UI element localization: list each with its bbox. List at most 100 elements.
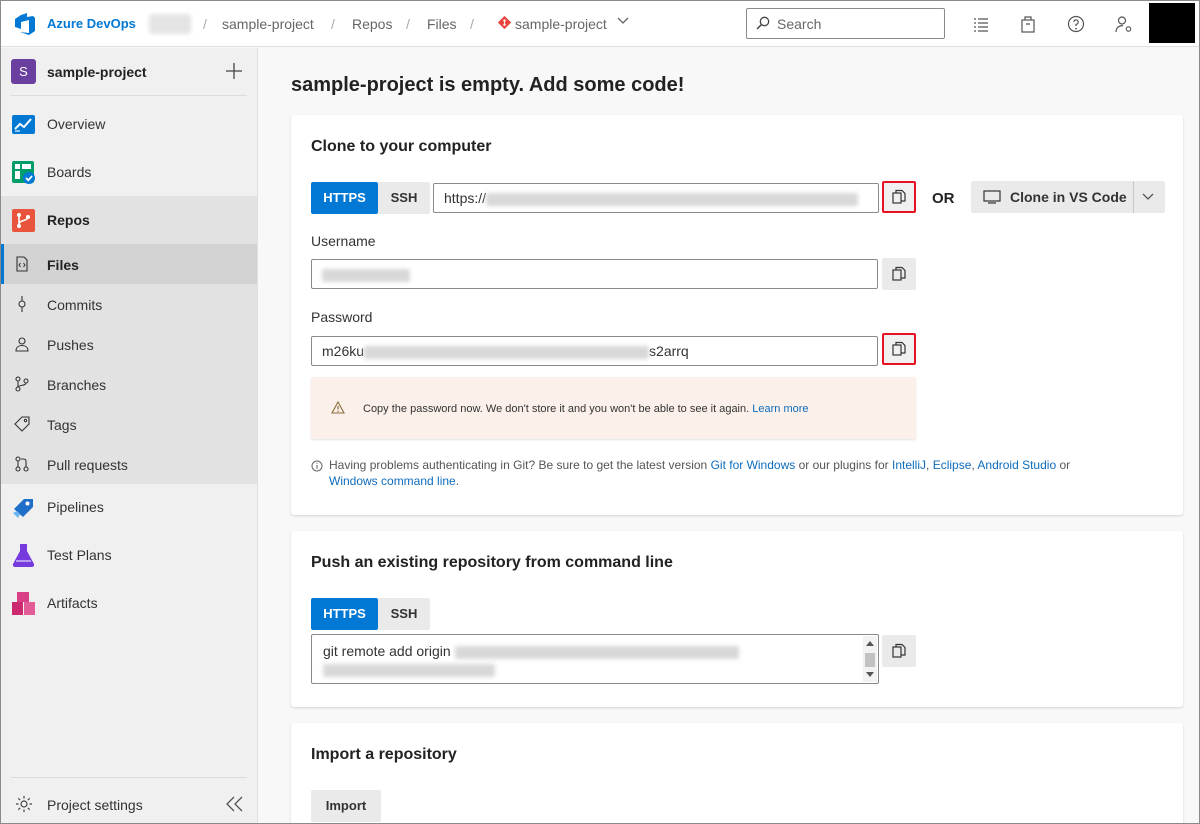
help-icon[interactable]: [1066, 14, 1086, 34]
sidebar-item-commits[interactable]: Commits: [1, 284, 257, 324]
clone-url-field[interactable]: https://: [433, 183, 879, 213]
organization-name-redacted[interactable]: [149, 14, 191, 34]
project-name[interactable]: sample-project: [47, 64, 147, 80]
sidebar-item-pushes[interactable]: Pushes: [1, 324, 257, 364]
clone-in-vscode-label: Clone in VS Code: [1010, 189, 1127, 205]
help-text-mid: or our plugins for: [798, 458, 889, 472]
copy-clone-url-button[interactable]: [882, 181, 916, 213]
push-url-redacted: [454, 645, 739, 659]
vertical-scrollbar[interactable]: [863, 636, 877, 682]
username-label: Username: [311, 233, 376, 249]
breadcrumb-project[interactable]: sample-project: [222, 16, 314, 32]
gear-icon: [16, 796, 32, 812]
artifacts-icon: [12, 592, 35, 615]
copy-username-button[interactable]: [882, 258, 916, 290]
sidebar-item-pull-requests[interactable]: Pull requests: [1, 444, 257, 484]
windows-command-line-link[interactable]: Windows command line: [329, 474, 456, 488]
clone-in-vscode-button[interactable]: Clone in VS Code: [971, 181, 1165, 213]
android-studio-link[interactable]: Android Studio: [977, 458, 1056, 472]
project-settings-label: Project settings: [47, 797, 143, 813]
user-settings-icon[interactable]: [1114, 14, 1134, 34]
copy-icon: [892, 189, 906, 204]
copy-push-command-button[interactable]: [882, 635, 916, 667]
test-plans-icon: [12, 544, 35, 567]
clone-tab-ssh[interactable]: SSH: [378, 182, 430, 214]
intellij-link[interactable]: IntelliJ: [892, 458, 926, 472]
search-box[interactable]: [746, 8, 945, 39]
eclipse-link[interactable]: Eclipse: [933, 458, 972, 472]
breadcrumb-files[interactable]: Files: [427, 16, 457, 32]
password-label: Password: [311, 309, 373, 325]
copy-password-button[interactable]: [882, 333, 916, 365]
sidebar-item-label: Pipelines: [47, 499, 104, 515]
import-button[interactable]: Import: [311, 790, 381, 822]
user-avatar[interactable]: [1149, 3, 1195, 43]
sidebar-item-files[interactable]: Files: [1, 244, 257, 284]
learn-more-link[interactable]: Learn more: [752, 403, 808, 415]
search-input[interactable]: [777, 14, 937, 34]
help-text-prefix: Having problems authenticating in Git? B…: [329, 458, 708, 472]
sidebar-item-test-plans[interactable]: Test Plans: [1, 531, 257, 579]
marketplace-bag-icon[interactable]: [1018, 14, 1038, 34]
breadcrumb-repos[interactable]: Repos: [352, 16, 392, 32]
sidebar-item-label: Boards: [47, 164, 92, 180]
clone-url-prefix: https://: [444, 190, 487, 206]
chevron-down-icon[interactable]: [617, 16, 629, 26]
pipelines-icon: [13, 499, 33, 518]
clone-card: Clone to your computer HTTPS SSH https:/…: [291, 115, 1183, 515]
brand-link[interactable]: Azure DevOps: [47, 16, 136, 31]
scroll-down-arrow[interactable]: [866, 672, 874, 677]
push-card: Push an existing repository from command…: [291, 531, 1183, 707]
sidebar-item-boards[interactable]: Boards: [1, 148, 257, 196]
push-url-redacted: [323, 663, 495, 677]
search-icon: [756, 16, 770, 30]
push-tab-ssh[interactable]: SSH: [378, 598, 430, 630]
sidebar-item-overview[interactable]: Overview: [1, 100, 257, 148]
sidebar-item-label: Overview: [47, 116, 106, 132]
username-field[interactable]: [311, 259, 878, 289]
warning-message: Copy the password now. We don't store it…: [363, 403, 750, 415]
sidebar-item-label: Pushes: [47, 337, 94, 353]
tags-icon: [14, 416, 30, 432]
sidebar-divider: [11, 95, 247, 96]
project-avatar: S: [11, 59, 36, 84]
breadcrumb-repository[interactable]: sample-project: [515, 16, 607, 32]
sidebar-item-label: Test Plans: [47, 547, 112, 563]
breadcrumb-separator: /: [406, 16, 410, 32]
project-settings-link[interactable]: Project settings: [1, 784, 257, 823]
sidebar-item-artifacts[interactable]: Artifacts: [1, 579, 257, 627]
push-command-textarea[interactable]: git remote add origin: [311, 634, 879, 684]
sidebar-item-repos[interactable]: Repos: [1, 196, 257, 244]
scroll-up-arrow[interactable]: [866, 641, 874, 646]
collapse-sidebar-icon[interactable]: [225, 795, 245, 813]
files-icon: [16, 256, 28, 272]
git-for-windows-link[interactable]: Git for Windows: [711, 458, 796, 472]
password-end: s2arrq: [649, 343, 689, 359]
boards-icon: [12, 161, 35, 184]
plus-icon[interactable]: [225, 62, 243, 80]
push-card-title: Push an existing repository from command…: [311, 554, 673, 571]
page-title: sample-project is empty. Add some code!: [291, 74, 685, 96]
password-field[interactable]: m26ku s2arrq: [311, 336, 878, 366]
app-window: Azure DevOps / sample-project / Repos / …: [0, 0, 1200, 824]
scroll-thumb[interactable]: [865, 653, 875, 667]
sidebar-item-pipelines[interactable]: Pipelines: [1, 483, 257, 531]
clone-tab-https[interactable]: HTTPS: [311, 182, 378, 214]
project-header[interactable]: S sample-project: [1, 48, 257, 96]
sidebar-item-tags[interactable]: Tags: [1, 404, 257, 444]
chevron-down-icon[interactable]: [1142, 192, 1154, 202]
sidebar-item-label: Pull requests: [47, 457, 128, 473]
copy-icon: [892, 643, 906, 658]
breadcrumb-separator: /: [470, 16, 474, 32]
username-redacted: [322, 268, 410, 282]
help-separator: ,: [926, 458, 930, 472]
azure-devops-logo-icon[interactable]: [13, 12, 37, 36]
help-text-or: or: [1059, 458, 1071, 472]
list-settings-icon[interactable]: [971, 14, 991, 34]
sidebar-item-label: Artifacts: [47, 595, 98, 611]
or-label: OR: [932, 190, 955, 207]
git-repo-icon: [498, 16, 511, 29]
push-tab-https[interactable]: HTTPS: [311, 598, 378, 630]
push-command-prefix: git remote add origin: [323, 643, 451, 659]
sidebar-item-branches[interactable]: Branches: [1, 364, 257, 404]
